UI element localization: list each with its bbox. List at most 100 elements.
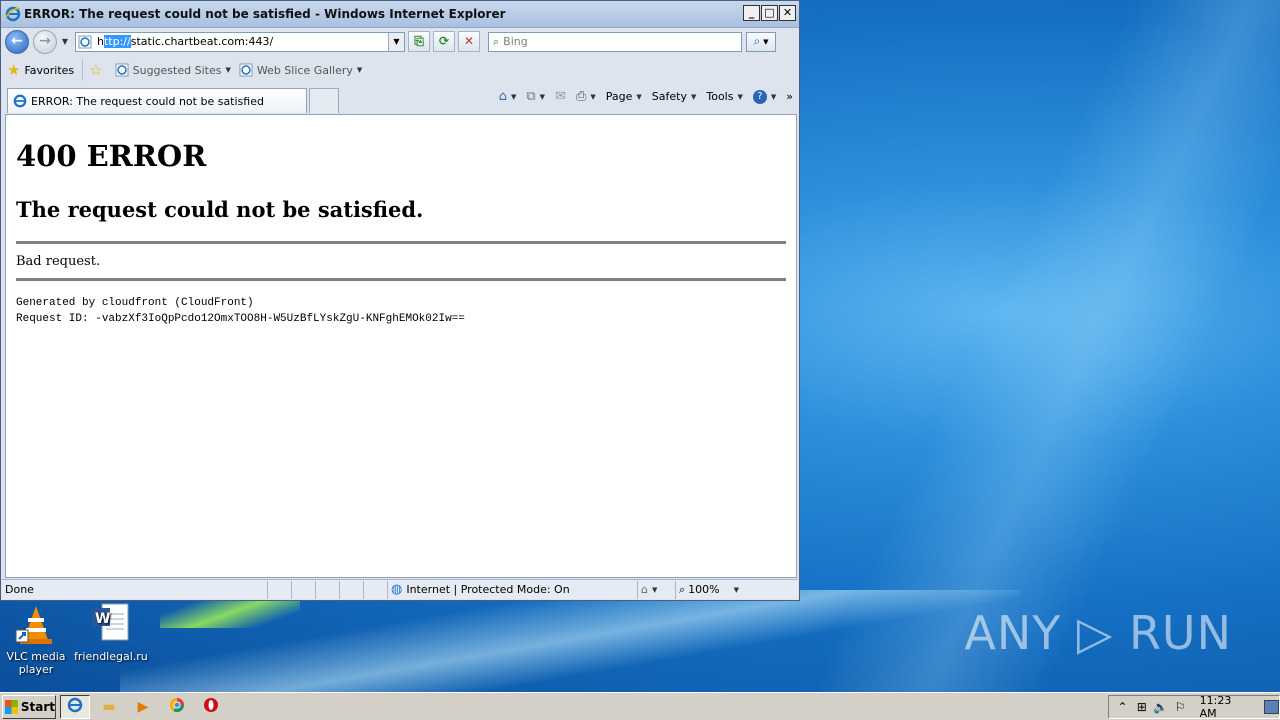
show-hidden-icons-button[interactable]: ⌃	[1113, 700, 1132, 714]
chevron-down-icon: ▼	[510, 92, 517, 101]
folder-icon: ▬	[102, 698, 116, 715]
compatibility-view-button[interactable]: ⎘	[408, 31, 430, 52]
chevron-down-icon: ▼	[539, 92, 546, 101]
chevron-down-icon: ▼	[737, 92, 743, 101]
more-commands-button[interactable]: »	[786, 90, 793, 103]
status-slot	[268, 580, 292, 599]
read-mail-button[interactable]: ✉	[555, 89, 566, 104]
chevron-down-icon: ▼	[651, 585, 658, 594]
ie-logo-icon	[67, 697, 83, 717]
safety-menu[interactable]: Safety ▼	[652, 90, 697, 103]
chevron-down-icon: ▼	[763, 37, 769, 46]
show-desktop-button[interactable]	[1263, 700, 1280, 714]
page-menu[interactable]: Page ▼	[606, 90, 642, 103]
printer-icon: ⎙	[575, 89, 587, 104]
refresh-button[interactable]: ⟳	[433, 31, 455, 52]
svg-text:W: W	[95, 611, 110, 627]
taskbar-explorer[interactable]: ▬	[94, 695, 124, 719]
zoom-button[interactable]: ⌕ 100% ▼	[676, 581, 756, 599]
security-zone[interactable]: ◍ Internet | Protected Mode: On	[388, 580, 638, 599]
wallpaper-light-beam	[820, 0, 1280, 692]
url-text: static.chartbeat.com:443/	[130, 35, 274, 48]
status-slot	[364, 580, 388, 599]
favorites-item-web-slice-gallery[interactable]: Web Slice Gallery ▼	[239, 63, 362, 77]
navigation-bar: ← → ▼ h ttp://static.chartbeat.com:443/ ▼…	[1, 28, 799, 55]
protected-mode-button[interactable]: ⌂ ▼	[638, 580, 676, 599]
status-bar: Done ◍ Internet | Protected Mode: On ⌂ ▼ …	[2, 579, 798, 599]
generated-by-text: Generated by cloudfront (CloudFront)	[16, 297, 254, 309]
volume-icon[interactable]: 🔈	[1151, 700, 1170, 714]
home-button[interactable]: ⌂ ▼	[499, 89, 517, 104]
error-subheading: The request could not be satisfied.	[16, 197, 424, 222]
desktop-icon-label: friendlegal.ru	[74, 650, 148, 663]
favorites-item-label: Suggested Sites	[132, 63, 222, 77]
anyrun-watermark: ANY ▷ RUN	[964, 606, 1232, 660]
taskbar: Start ▬ ▶ ⌃ ⊞ 🔈 ⚐ 11:23 AM	[0, 692, 1280, 720]
feeds-button[interactable]: ⧉ ▼	[526, 89, 545, 104]
add-to-favorites-icon[interactable]: ☆	[89, 61, 102, 79]
new-tab-button[interactable]	[309, 88, 339, 113]
recent-pages-dropdown[interactable]: ▼	[59, 37, 71, 46]
error-heading: 400 ERROR	[16, 139, 207, 173]
network-icon[interactable]: ⊞	[1132, 700, 1151, 714]
page-icon	[78, 35, 92, 49]
search-input[interactable]: ⌕ Bing	[488, 31, 742, 52]
status-text: Done	[2, 580, 268, 599]
desktop-icon-word-doc[interactable]: W friendlegal.ru	[74, 602, 148, 663]
start-label: Start	[20, 699, 55, 714]
stop-button[interactable]: ✕	[458, 31, 480, 52]
word-document-icon: W	[88, 602, 132, 646]
status-slot	[292, 580, 316, 599]
window-titlebar[interactable]: ERROR: The request could not be satisfie…	[1, 1, 799, 28]
favorites-button[interactable]: ★ Favorites	[7, 59, 84, 81]
print-button[interactable]: ⎙ ▼	[576, 89, 596, 104]
forward-button[interactable]: →	[33, 29, 57, 54]
chevron-down-icon: ▼	[770, 92, 777, 101]
url-selection: ttp://	[103, 35, 131, 48]
ie-logo-icon	[13, 94, 27, 108]
command-bar: ⌂ ▼ ⧉ ▼ ✉ ⎙ ▼ Page ▼ Safety ▼ Tools ▼ ? ▼	[489, 89, 793, 104]
error-details: Generated by cloudfront (CloudFront) Req…	[16, 295, 786, 327]
ie-page-icon	[115, 63, 129, 77]
taskbar-media-player[interactable]: ▶	[128, 695, 158, 719]
ie-logo-icon	[5, 6, 21, 22]
address-bar[interactable]: h ttp://static.chartbeat.com:443/ ▼	[75, 31, 405, 52]
help-menu[interactable]: ? ▼	[752, 89, 777, 104]
start-button[interactable]: Start	[2, 694, 56, 719]
zoom-level: 100%	[688, 583, 720, 596]
status-slot	[340, 580, 364, 599]
safety-menu-label: Safety	[651, 90, 687, 103]
taskbar-ie[interactable]	[60, 694, 90, 719]
system-tray: ⌃ ⊞ 🔈 ⚐ 11:23 AM	[1108, 694, 1280, 720]
window-title: ERROR: The request could not be satisfie…	[24, 7, 506, 21]
favorites-bar: ★ Favorites ☆ Suggested Sites ▼ Web Slic…	[1, 55, 799, 85]
chevron-down-icon: ▼	[590, 92, 596, 101]
address-dropdown-button[interactable]: ▼	[388, 32, 404, 51]
favorites-item-suggested-sites[interactable]: Suggested Sites ▼	[115, 63, 231, 77]
home-icon: ⌂	[498, 89, 507, 104]
tab-bar: ERROR: The request could not be satisfie…	[1, 85, 799, 113]
chevron-down-icon: ▼	[356, 66, 363, 74]
taskbar-chrome[interactable]	[162, 695, 192, 719]
mail-icon: ✉	[555, 89, 566, 104]
tools-menu[interactable]: Tools ▼	[706, 90, 743, 103]
tab-label: ERROR: The request could not be satisfie…	[31, 94, 264, 108]
divider	[16, 278, 786, 281]
search-magnifier-icon: ⌕	[493, 34, 500, 48]
minimize-button[interactable]: _	[743, 5, 760, 21]
close-button[interactable]: ✕	[779, 5, 796, 21]
wallpaper-green-swoosh	[160, 598, 300, 628]
search-button[interactable]: ⌕ ▼	[746, 31, 776, 52]
back-button[interactable]: ←	[5, 29, 29, 54]
taskbar-opera[interactable]	[196, 695, 226, 719]
action-center-flag-icon[interactable]: ⚐	[1170, 700, 1189, 714]
chevron-down-icon: ▼	[225, 66, 231, 74]
opera-icon	[203, 697, 219, 717]
page-menu-label: Page	[605, 90, 633, 103]
windows-logo-icon	[5, 699, 18, 714]
maximize-button[interactable]: □	[761, 5, 778, 21]
clock[interactable]: 11:23 AM	[1200, 694, 1250, 720]
tab-active[interactable]: ERROR: The request could not be satisfie…	[7, 88, 307, 113]
search-placeholder: Bing	[503, 35, 528, 48]
desktop-icon-vlc[interactable]: VLC media player	[0, 602, 72, 676]
